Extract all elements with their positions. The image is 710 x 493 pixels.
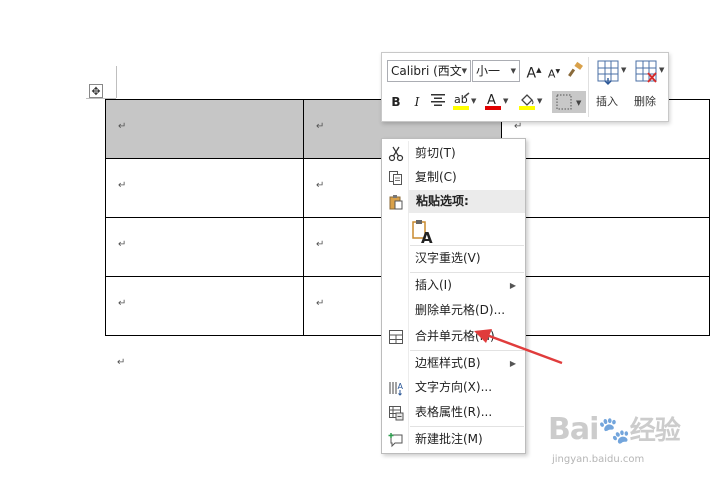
svg-text:▼: ▼ bbox=[576, 99, 582, 107]
margin-mark-vertical bbox=[116, 66, 117, 98]
delete-label[interactable]: 删除 bbox=[634, 93, 656, 109]
menu-item-text-direction[interactable]: A 文字方向(X)... bbox=[382, 376, 525, 399]
borders-icon[interactable]: ▼ bbox=[552, 91, 586, 113]
menu-item-label: 表格属性(R)... bbox=[415, 405, 493, 419]
cell-paragraph-mark: ↵ bbox=[118, 180, 127, 191]
menu-divider bbox=[410, 272, 524, 273]
menu-item-label: 汉字重选(V) bbox=[415, 251, 481, 265]
cell-paragraph-mark: ↵ bbox=[118, 239, 127, 250]
menu-item-insert[interactable]: 插入(I) ▶ bbox=[382, 274, 525, 297]
insert-label[interactable]: 插入 bbox=[596, 93, 618, 109]
cell-paragraph-mark: ↵ bbox=[118, 121, 127, 132]
cell-paragraph-mark: ↵ bbox=[316, 180, 325, 191]
toolbar-separator bbox=[588, 57, 589, 117]
paste-options-header: 粘贴选项: bbox=[408, 190, 525, 213]
cell-paragraph-mark: ↵ bbox=[118, 298, 127, 309]
mini-toolbar: Calibri (西文 ▼ 小一 ▼ A▲ A▼ B I ab ▼ A ▼ ▼ ▼ … bbox=[381, 52, 669, 122]
paste-icon bbox=[388, 194, 404, 210]
annotation-arrow bbox=[474, 329, 563, 365]
italic-button[interactable]: I bbox=[409, 93, 425, 111]
menu-item-label: 复制(C) bbox=[415, 170, 457, 184]
table-cell[interactable]: ↵ bbox=[105, 276, 304, 336]
menu-item-label: 剪切(T) bbox=[415, 146, 456, 160]
highlight-color-icon[interactable]: ab ▼ bbox=[452, 91, 478, 116]
delete-table-icon[interactable]: ▼ bbox=[633, 58, 667, 86]
svg-text:A: A bbox=[487, 93, 496, 108]
insert-table-icon[interactable]: ▼ bbox=[595, 58, 629, 86]
menu-divider bbox=[410, 426, 524, 427]
svg-text:▼: ▼ bbox=[621, 66, 627, 74]
copy-icon bbox=[388, 170, 404, 186]
shading-icon[interactable]: ▼ bbox=[518, 91, 544, 116]
svg-text:▼: ▼ bbox=[659, 66, 665, 74]
shrink-font-icon[interactable]: A▼ bbox=[546, 63, 562, 84]
menu-item-cut[interactable]: 剪切(T) bbox=[382, 142, 525, 165]
watermark-url: jingyan.baidu.com bbox=[552, 454, 645, 465]
paragraph-mark: ↵ bbox=[117, 357, 126, 368]
table-cell[interactable]: ↵ bbox=[105, 217, 304, 277]
menu-item-label: 删除单元格(D)... bbox=[415, 303, 506, 317]
format-painter-icon[interactable] bbox=[566, 61, 584, 84]
menu-item-label: 新建批注(M) bbox=[415, 432, 483, 446]
cell-paragraph-mark: ↵ bbox=[316, 121, 325, 132]
paste-keep-text-only-button[interactable]: A bbox=[412, 219, 434, 247]
cell-paragraph-mark: ↵ bbox=[316, 239, 325, 250]
bold-button[interactable]: B bbox=[388, 93, 404, 111]
new-comment-icon bbox=[388, 432, 404, 448]
grow-font-icon[interactable]: A▲ bbox=[526, 61, 542, 83]
cell-paragraph-mark: ↵ bbox=[316, 298, 325, 309]
watermark-logo-text: Bai bbox=[548, 412, 599, 447]
font-size-combo[interactable]: 小一 ▼ bbox=[472, 60, 520, 82]
menu-item-label: 文字方向(X)... bbox=[415, 380, 493, 394]
menu-item-delete-cells[interactable]: 删除单元格(D)... bbox=[382, 299, 525, 322]
font-name-combo[interactable]: Calibri (西文 ▼ bbox=[387, 60, 471, 82]
svg-text:A: A bbox=[398, 382, 404, 391]
baidu-watermark: Bai🐾经验 jingyan.baidu.com bbox=[548, 410, 708, 480]
chevron-down-icon: ▼ bbox=[461, 67, 467, 75]
font-color-icon[interactable]: A ▼ bbox=[484, 91, 510, 116]
menu-divider bbox=[410, 245, 524, 246]
svg-text:▼: ▼ bbox=[537, 97, 543, 105]
menu-item-table-properties[interactable]: 表格属性(R)... bbox=[382, 401, 525, 424]
paste-option-letter: A bbox=[421, 229, 433, 245]
table-move-handle-icon[interactable]: ✥ bbox=[89, 84, 103, 98]
font-name-value: Calibri (西文 bbox=[391, 64, 462, 78]
cell-paragraph-mark: ↵ bbox=[514, 121, 523, 132]
menu-item-label: 粘贴选项: bbox=[416, 194, 469, 208]
menu-item-copy[interactable]: 复制(C) bbox=[382, 166, 525, 189]
center-align-icon[interactable] bbox=[429, 93, 447, 111]
table-cell[interactable] bbox=[501, 158, 710, 218]
table-properties-icon bbox=[388, 405, 404, 421]
menu-item-reconvert[interactable]: 汉字重选(V) bbox=[382, 247, 525, 270]
table-cell[interactable] bbox=[501, 217, 710, 277]
scissors-icon bbox=[388, 146, 404, 162]
text-direction-icon: A bbox=[388, 380, 404, 396]
chevron-down-icon: ▼ bbox=[510, 67, 516, 75]
menu-item-new-comment[interactable]: 新建批注(M) bbox=[382, 428, 525, 451]
svg-text:▼: ▼ bbox=[471, 97, 477, 105]
menu-item-label: 插入(I) bbox=[415, 278, 452, 292]
merge-cells-icon bbox=[388, 329, 404, 345]
watermark-logo: Bai🐾经验 bbox=[548, 412, 681, 447]
context-menu: 剪切(T) 复制(C) 粘贴选项: A 汉字重选(V) 插入(I) ▶ 删除单元… bbox=[381, 138, 526, 454]
submenu-arrow-icon: ▶ bbox=[509, 281, 516, 290]
svg-text:▼: ▼ bbox=[503, 97, 509, 105]
table-cell[interactable]: ↵ bbox=[105, 158, 304, 218]
font-size-value: 小一 bbox=[476, 64, 501, 78]
table-cell[interactable]: ↵ bbox=[105, 99, 304, 159]
